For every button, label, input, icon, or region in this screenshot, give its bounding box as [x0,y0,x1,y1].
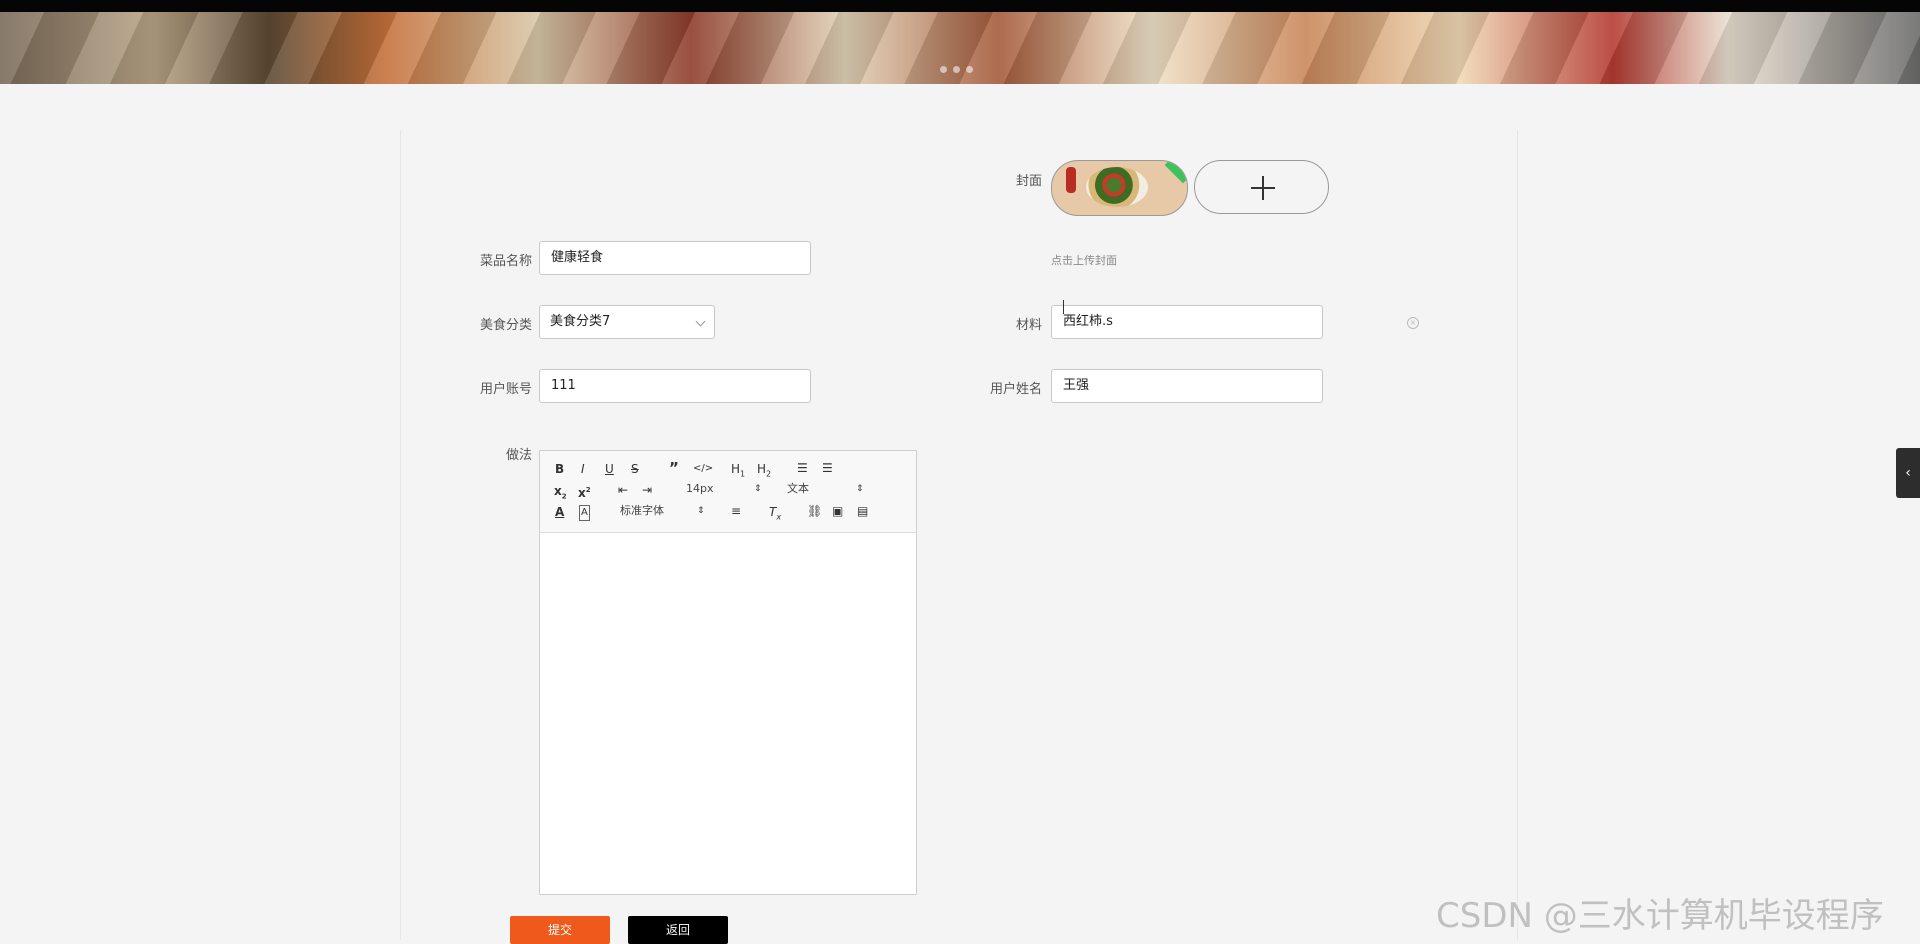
bottle-image-part [1066,167,1076,193]
subscript-icon[interactable]: x2 [554,484,567,503]
text-cursor-icon [1063,300,1064,314]
carousel-dot[interactable] [953,66,960,73]
cover-image[interactable] [1051,160,1188,216]
editor-toolbar: B I U S ” </> H1 H2 ☰ ☰ x2 x2 ⇤ ⇥ 14px ⇕… [540,451,916,533]
sort-caret-icon: ⇕ [697,506,705,516]
sidebar-toggle-button[interactable]: ‹ [1896,448,1920,498]
superscript-icon[interactable]: x2 [578,483,591,500]
username-label: 用户姓名 [989,382,1042,397]
code-icon[interactable]: </> [693,462,713,476]
underline-icon[interactable]: U [605,462,614,476]
account-input[interactable]: 111 [539,369,811,403]
video-icon[interactable]: ▤ [857,504,868,518]
watermark: CSDN @三水计算机毕设程序 [1436,896,1884,936]
category-label: 美食分类 [479,318,532,333]
quote-icon[interactable]: ” [669,461,679,476]
font-color-icon[interactable]: A [555,505,564,519]
dish-name-label: 菜品名称 [479,254,532,269]
category-value: 美食分类7 [550,314,611,329]
plus-icon [1251,176,1275,200]
sort-caret-icon: ⇕ [754,484,762,494]
font-size-select[interactable]: 14px [686,482,714,496]
dish-name-input[interactable]: 健康轻食 [539,241,811,275]
upload-success-icon [1164,161,1187,184]
method-label: 做法 [505,448,532,463]
chevron-left-icon: ‹ [1905,465,1911,481]
ordered-list-icon[interactable]: ☰ [797,461,808,475]
paragraph-select[interactable]: 文本 [787,482,809,496]
ingredients-label: 材料 [1015,318,1042,333]
editor-content[interactable] [540,533,916,894]
bold-icon[interactable]: B [555,462,564,476]
font-family-select[interactable]: 标准字体 [620,504,664,518]
indent-icon[interactable]: ⇥ [642,483,652,497]
banner-carousel[interactable] [0,12,1920,84]
cover-label: 封面 [1015,174,1042,189]
carousel-dot[interactable] [966,66,973,73]
category-select[interactable]: 美食分类7 [539,305,715,339]
clear-icon[interactable]: × [1407,317,1419,329]
cover-upload-button[interactable] [1194,160,1329,214]
cover-hint: 点击上传封面 [1051,254,1117,267]
strike-icon[interactable]: S [631,462,639,476]
dish-image-part [1086,167,1148,207]
italic-icon[interactable]: I [581,462,585,476]
h2-icon[interactable]: H2 [757,462,771,481]
carousel-dots[interactable] [940,66,973,73]
link-icon[interactable]: ⛓ [807,504,822,518]
background-color-icon[interactable]: A [579,505,590,521]
clear-format-icon[interactable]: Tx [769,505,781,524]
carousel-dot[interactable] [940,66,947,73]
chevron-down-icon [695,316,706,327]
ingredients-input[interactable]: 西红柿.s [1051,305,1323,339]
account-label: 用户账号 [479,382,532,397]
top-bar [0,0,1920,12]
h1-icon[interactable]: H1 [731,462,745,481]
username-input[interactable]: 王强 [1051,369,1323,403]
rich-text-editor[interactable]: B I U S ” </> H1 H2 ☰ ☰ x2 x2 ⇤ ⇥ 14px ⇕… [539,450,917,895]
align-icon[interactable]: ≡ [731,504,741,518]
outdent-icon[interactable]: ⇤ [618,483,628,497]
image-icon[interactable]: ▣ [832,504,843,518]
sort-caret-icon: ⇕ [856,484,864,494]
bullet-list-icon[interactable]: ☰ [822,461,833,475]
